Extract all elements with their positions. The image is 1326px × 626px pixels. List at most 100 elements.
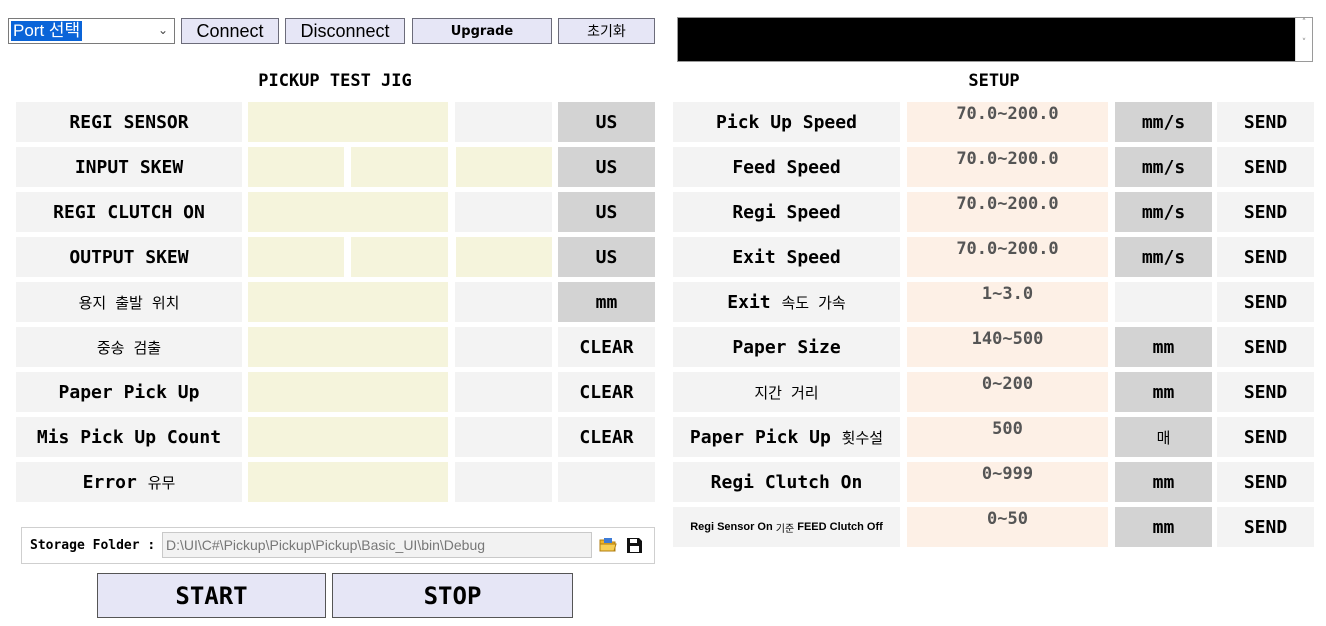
regi-speed-label: Regi Speed — [673, 192, 900, 232]
paper-gap-input[interactable]: 0~200 — [907, 372, 1108, 412]
pick-up-count-setting-label: Paper Pick Up 횟수설 — [673, 417, 900, 457]
pickup-section-title: PICKUP TEST JIG — [258, 71, 412, 91]
regi-clutch-on-setting-input[interactable]: 0~999 — [907, 462, 1108, 502]
regi-clutch-on-setting-unit: mm — [1115, 462, 1212, 502]
feed-clutch-off-label-c: FEED Clutch Off — [797, 521, 883, 533]
error-status-label-ko: 유무 — [147, 473, 176, 492]
paper-start-position-unit: mm — [558, 282, 655, 322]
paper-size-send-button[interactable]: SEND — [1217, 327, 1314, 367]
feed-clutch-off-unit: mm — [1115, 507, 1212, 547]
disconnect-button[interactable]: Disconnect — [285, 18, 405, 44]
error-status-action — [558, 462, 655, 502]
feed-clutch-off-input[interactable]: 0~50 — [907, 507, 1108, 547]
folder-open-icon[interactable] — [599, 537, 617, 553]
regi-speed-unit: mm/s — [1115, 192, 1212, 232]
pick-up-count-setting-send-button[interactable]: SEND — [1217, 417, 1314, 457]
pick-up-speed-unit: mm/s — [1115, 102, 1212, 142]
regi-clutch-on-value — [248, 192, 448, 232]
reset-button[interactable]: 초기화 — [558, 18, 655, 44]
feed-clutch-off-label-b: 기준 — [775, 523, 795, 535]
feed-speed-input[interactable]: 70.0~200.0 — [907, 147, 1108, 187]
pick-up-speed-input[interactable]: 70.0~200.0 — [907, 102, 1108, 142]
exit-speed-send-button[interactable]: SEND — [1217, 237, 1314, 277]
pick-up-count-setting-label-en: Paper Pick Up — [689, 426, 831, 448]
stop-button[interactable]: STOP — [332, 573, 573, 618]
pick-up-count-setting-label-ko: 횟수설 — [841, 428, 884, 447]
exit-speed-label: Exit Speed — [673, 237, 900, 277]
pick-up-count-setting-unit: 매 — [1115, 417, 1212, 457]
regi-clutch-on-label: REGI CLUTCH ON — [16, 192, 242, 232]
paper-start-position-value — [248, 282, 448, 322]
exit-speed-unit: mm/s — [1115, 237, 1212, 277]
paper-size-unit: mm — [1115, 327, 1212, 367]
feed-speed-send-button[interactable]: SEND — [1217, 147, 1314, 187]
upgrade-button[interactable]: Upgrade — [412, 18, 552, 44]
connect-button[interactable]: Connect — [181, 18, 279, 44]
output-skew-unit: US — [558, 237, 655, 277]
setup-section-title: SETUP — [968, 71, 1020, 91]
feed-clutch-off-label-a: Regi Sensor On — [690, 521, 773, 533]
storage-folder-path[interactable]: D:\UI\C#\Pickup\Pickup\Pickup\Basic_UI\b… — [162, 532, 592, 558]
feed-clutch-off-label: Regi Sensor On 기준 FEED Clutch Off — [673, 507, 900, 547]
error-status-extra — [455, 462, 552, 502]
paper-gap-send-button[interactable]: SEND — [1217, 372, 1314, 412]
paper-size-label: Paper Size — [673, 327, 900, 367]
exit-acceleration-label-en: Exit — [727, 291, 771, 313]
mis-pick-up-count-label: Mis Pick Up Count — [16, 417, 242, 457]
regi-clutch-on-unit: US — [558, 192, 655, 232]
paper-pick-up-value — [248, 372, 448, 412]
paper-size-input[interactable]: 140~500 — [907, 327, 1108, 367]
double-feed-clear-button[interactable]: CLEAR — [558, 327, 655, 367]
paper-gap-unit: mm — [1115, 372, 1212, 412]
paper-pick-up-label: Paper Pick Up — [16, 372, 242, 412]
input-skew-unit: US — [558, 147, 655, 187]
paper-pick-up-clear-button[interactable]: CLEAR — [558, 372, 655, 412]
exit-speed-input[interactable]: 70.0~200.0 — [907, 237, 1108, 277]
pick-up-speed-send-button[interactable]: SEND — [1217, 102, 1314, 142]
log-output-box[interactable]: ˄ ˅ — [677, 17, 1313, 62]
regi-sensor-label: REGI SENSOR — [16, 102, 242, 142]
chevron-down-icon[interactable]: ⌄ — [158, 23, 168, 37]
exit-acceleration-label-ko: 속도 가속 — [781, 293, 846, 312]
paper-pick-up-extra — [455, 372, 552, 412]
feed-speed-label: Feed Speed — [673, 147, 900, 187]
regi-clutch-on-setting-send-button[interactable]: SEND — [1217, 462, 1314, 502]
storage-folder-label: Storage Folder : — [30, 538, 156, 553]
paper-gap-label: 지간 거리 — [673, 372, 900, 412]
port-select-value: Port 선택 — [11, 21, 83, 41]
start-button[interactable]: START — [97, 573, 326, 618]
output-skew-value-1 — [248, 237, 344, 277]
log-scrollbar[interactable]: ˄ ˅ — [1295, 18, 1312, 61]
output-skew-value-3 — [456, 237, 552, 277]
input-skew-label: INPUT SKEW — [16, 147, 242, 187]
port-select[interactable]: Port 선택 ⌄ — [8, 18, 175, 44]
storage-folder-panel: Storage Folder : D:\UI\C#\Pickup\Pickup\… — [21, 527, 655, 564]
regi-speed-send-button[interactable]: SEND — [1217, 192, 1314, 232]
error-status-label: Error 유무 — [16, 462, 242, 502]
regi-clutch-on-extra — [455, 192, 552, 232]
mis-pick-up-count-extra — [455, 417, 552, 457]
regi-sensor-extra — [455, 102, 552, 142]
pick-up-count-setting-input[interactable]: 500 — [907, 417, 1108, 457]
regi-sensor-unit: US — [558, 102, 655, 142]
double-feed-detect-label: 중송 검출 — [16, 327, 242, 367]
input-skew-value-1 — [248, 147, 344, 187]
output-skew-label: OUTPUT SKEW — [16, 237, 242, 277]
exit-acceleration-unit — [1115, 282, 1212, 322]
double-feed-detect-extra — [455, 327, 552, 367]
paper-start-position-extra — [455, 282, 552, 322]
exit-acceleration-input[interactable]: 1~3.0 — [907, 282, 1108, 322]
error-status-label-en: Error — [82, 471, 137, 493]
output-skew-value-2 — [351, 237, 448, 277]
feed-speed-unit: mm/s — [1115, 147, 1212, 187]
mis-pick-up-clear-button[interactable]: CLEAR — [558, 417, 655, 457]
exit-acceleration-send-button[interactable]: SEND — [1217, 282, 1314, 322]
regi-clutch-on-setting-label: Regi Clutch On — [673, 462, 900, 502]
regi-sensor-value — [248, 102, 448, 142]
mis-pick-up-count-value — [248, 417, 448, 457]
feed-clutch-off-send-button[interactable]: SEND — [1217, 507, 1314, 547]
regi-speed-input[interactable]: 70.0~200.0 — [907, 192, 1108, 232]
floppy-disk-icon[interactable] — [626, 537, 643, 554]
double-feed-detect-value — [248, 327, 448, 367]
error-status-value — [248, 462, 448, 502]
